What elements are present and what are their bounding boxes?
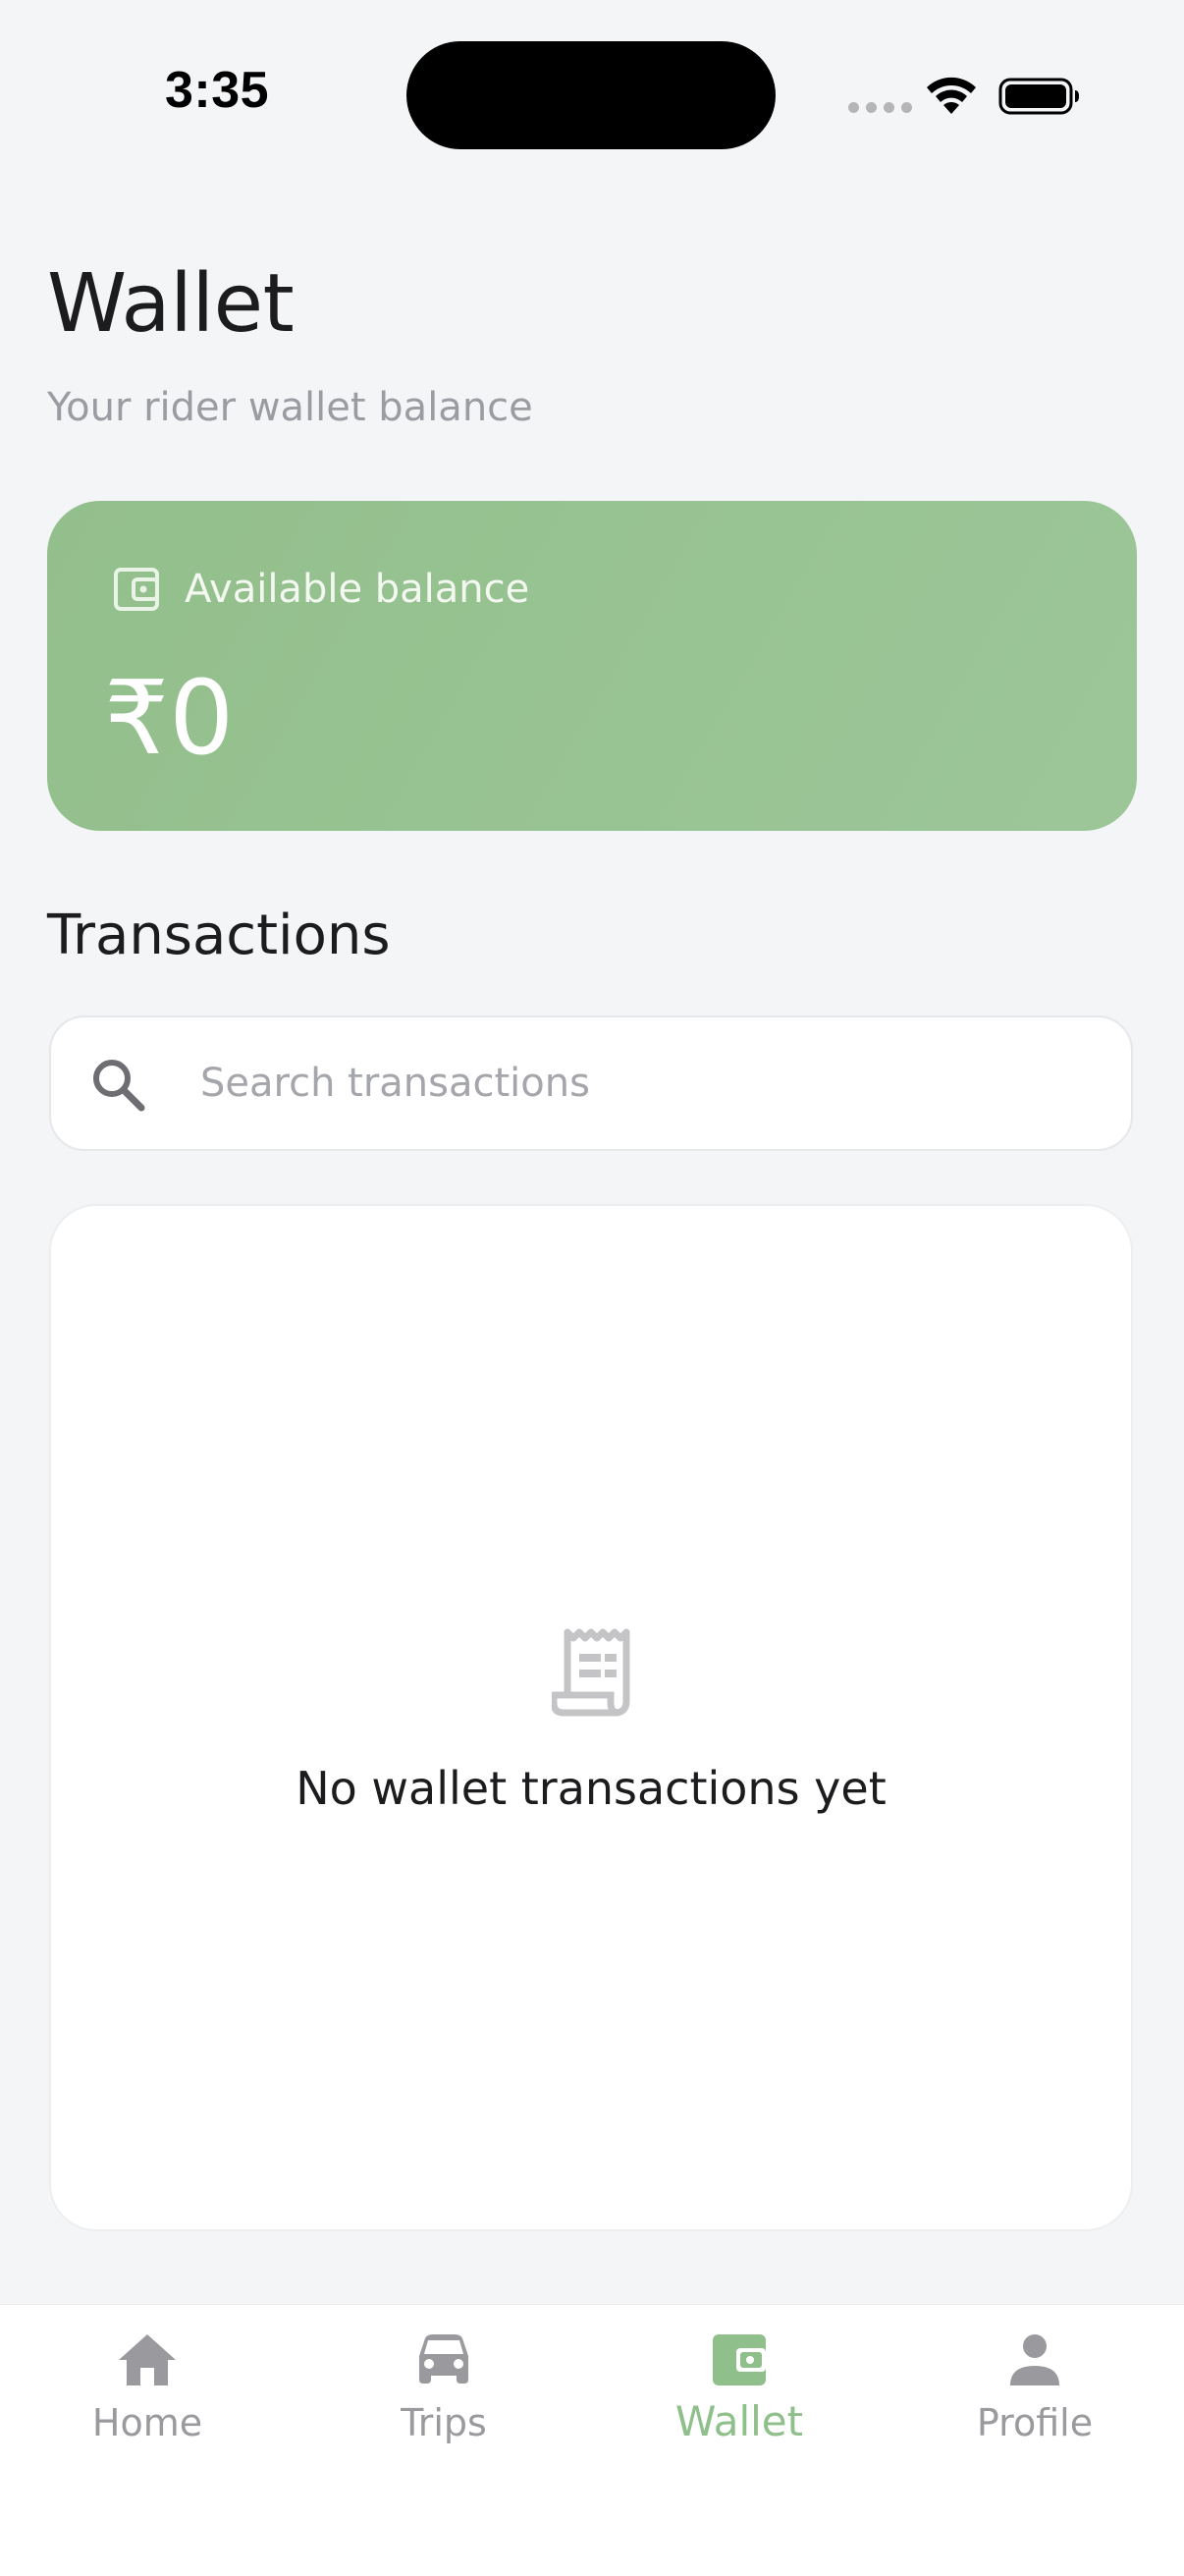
transactions-empty-card: No wallet transactions yet [49,1204,1133,2231]
dynamic-island [406,41,776,149]
nav-item-home[interactable]: Home [29,2332,265,2509]
wifi-icon [927,77,976,114]
status-bar: 3:35 [0,0,1184,187]
nav-label-home: Home [91,2401,203,2444]
nav-label-wallet: Wallet [674,2397,804,2445]
car-icon [419,2334,468,2384]
wallet-icon [114,568,159,611]
nav-item-wallet[interactable]: Wallet [621,2332,857,2509]
nav-item-trips[interactable]: Trips [326,2332,562,2509]
search-icon [93,1060,145,1112]
status-time: 3:35 [165,62,270,119]
balance-amount: ₹0 [104,658,235,778]
search-box[interactable] [49,1015,1133,1151]
nav-item-profile[interactable]: Profile [917,2332,1153,2509]
cellular-signal-icon [848,102,912,113]
receipt-icon [552,1628,630,1717]
nav-label-profile: Profile [976,2401,1094,2444]
bottom-nav: Home Trips Wallet Profile [0,2304,1184,2576]
nav-label-trips: Trips [401,2401,487,2444]
wallet-icon [713,2334,766,2385]
home-icon [119,2334,176,2385]
balance-label-row: Available balance [112,566,529,613]
balance-card: Available balance ₹0 [47,501,1137,831]
page-subtitle: Your rider wallet balance [47,385,533,430]
person-icon [1010,2334,1059,2385]
battery-icon [998,78,1079,115]
balance-label: Available balance [185,567,530,612]
transactions-title: Transactions [47,904,391,967]
page-title: Wallet [47,257,295,351]
search-input[interactable] [200,1017,1084,1149]
empty-state-text: No wallet transactions yet [296,1762,887,1815]
